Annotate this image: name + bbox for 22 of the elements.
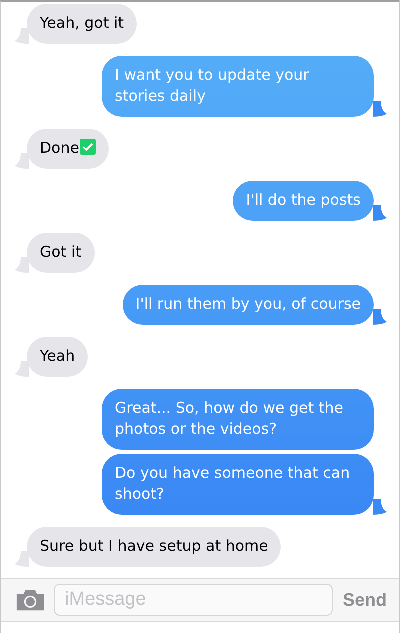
bubble-tail-icon: [373, 205, 387, 221]
message-bubble: Done: [27, 129, 110, 169]
message-bubble: Sure but I have setup at home: [27, 527, 282, 567]
message-bubble: Got it: [27, 233, 94, 273]
camera-icon[interactable]: [15, 588, 46, 612]
message-bubble: Great... So, how do we get the photos or the videos?: [102, 389, 374, 450]
bubble-tail-icon: [15, 28, 29, 44]
send-button[interactable]: Send: [340, 590, 389, 610]
message-bubble: I want you to update your stories daily: [102, 56, 374, 117]
bubble-tail-icon: [15, 153, 29, 169]
message-bubble: I'll do the posts: [233, 181, 374, 221]
message-input-field[interactable]: iMessage: [54, 584, 333, 616]
message-bubble: Yeah: [27, 337, 88, 377]
message-bubble: Yeah, got it: [27, 4, 138, 44]
message-bubble: I'll run them by you, of course: [122, 285, 374, 325]
bubble-tail-icon: [373, 101, 387, 117]
bubble-tail-icon: [373, 309, 387, 325]
bubble-tail-icon: [373, 499, 387, 515]
bubble-tail-icon: [15, 551, 29, 567]
bubble-tail-icon: [15, 257, 29, 273]
bubble-tail-icon: [15, 361, 29, 377]
message-bubble: Do you have someone that can shoot?: [102, 454, 374, 515]
